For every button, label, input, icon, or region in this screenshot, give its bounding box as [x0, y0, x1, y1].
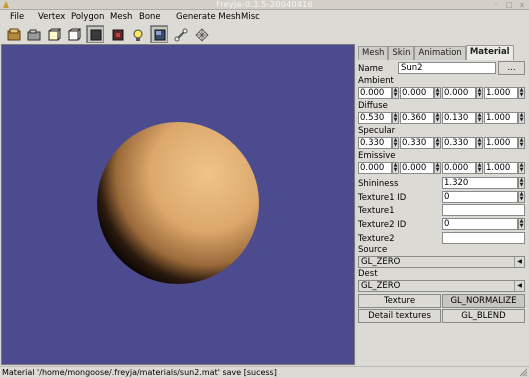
- texture2-field[interactable]: [442, 232, 525, 244]
- spin-arrows-icon[interactable]: ▲ ▼: [518, 218, 525, 230]
- grid-mesh-icon[interactable]: [192, 25, 210, 43]
- tab-animation[interactable]: Animation: [414, 46, 466, 60]
- menu-bar: File Vertex Polygon Mesh Bone Generate M…: [0, 10, 529, 24]
- texture-box-icon[interactable]: [108, 25, 126, 43]
- cube-outline-icon[interactable]: [44, 25, 62, 43]
- source-select[interactable]: GL_ZERO ◀: [358, 256, 525, 268]
- resize-grip-icon[interactable]: [519, 368, 528, 377]
- spin-arrows-icon[interactable]: ▲ ▼: [392, 87, 399, 99]
- tab-material[interactable]: Material: [465, 45, 514, 60]
- spin-arrows-icon[interactable]: ▲ ▼: [476, 87, 483, 99]
- texture1-field[interactable]: [442, 204, 525, 216]
- triangle-left-icon[interactable]: ◀: [514, 281, 524, 291]
- specular-label: Specular: [358, 126, 396, 136]
- ambient-g-spinner[interactable]: 0.000 ▲ ▼: [400, 87, 441, 99]
- triangle-left-icon[interactable]: ◀: [514, 257, 524, 267]
- texture1-id-label: Texture1 ID: [358, 193, 407, 203]
- texture1-id-spinner[interactable]: 0 ▲ ▼: [442, 191, 525, 203]
- menu-bone[interactable]: Bone: [139, 11, 161, 23]
- menu-file[interactable]: File: [10, 11, 24, 23]
- texture2-id-label: Texture2 ID: [358, 220, 407, 230]
- emissive-a-spinner[interactable]: 1.000 ▲ ▼: [484, 162, 525, 174]
- emissive-r-spinner[interactable]: 0.000 ▲ ▼: [358, 162, 399, 174]
- spin-arrows-icon[interactable]: ▲ ▼: [518, 112, 525, 124]
- source-label: Source: [358, 245, 388, 255]
- spin-arrows-icon[interactable]: ▲ ▼: [392, 162, 399, 174]
- emissive-g-spinner[interactable]: 0.000 ▲ ▼: [400, 162, 441, 174]
- spin-arrows-icon[interactable]: ▲ ▼: [518, 191, 525, 203]
- shininess-spinner[interactable]: 1.320 ▲ ▼: [442, 177, 525, 189]
- source-select-value: GL_ZERO: [361, 257, 401, 267]
- specular-a-spinner[interactable]: 1.000 ▲ ▼: [484, 137, 525, 149]
- dest-select[interactable]: GL_ZERO ◀: [358, 280, 525, 292]
- sphere-render: [97, 122, 259, 284]
- diffuse-g-spinner[interactable]: 0.360 ▲ ▼: [400, 112, 441, 124]
- ambient-b-spinner[interactable]: 0.000 ▲ ▼: [442, 87, 483, 99]
- specular-g-spinner[interactable]: 0.330 ▲ ▼: [400, 137, 441, 149]
- window-title: Freyja-0.3.5-20040416: [215, 0, 314, 9]
- material-view-icon[interactable]: [150, 25, 168, 43]
- ambient-r-spinner[interactable]: 0.000 ▲ ▼: [358, 87, 399, 99]
- spin-arrows-icon[interactable]: ▲ ▼: [518, 177, 525, 189]
- title-bar: Freyja-0.3.5-20040416 - □ x: [0, 0, 529, 10]
- menu-vertex[interactable]: Vertex: [38, 11, 65, 23]
- menu-polygon[interactable]: Polygon: [71, 11, 104, 23]
- dest-select-value: GL_ZERO: [361, 281, 401, 291]
- ambient-a-spinner[interactable]: 1.000 ▲ ▼: [484, 87, 525, 99]
- gl-normalize-toggle[interactable]: GL_NORMALIZE: [442, 294, 525, 308]
- spin-arrows-icon[interactable]: ▲ ▼: [434, 162, 441, 174]
- texture1-label: Texture1: [358, 206, 395, 216]
- ambient-label: Ambient: [358, 76, 394, 86]
- specular-r-spinner[interactable]: 0.330 ▲ ▼: [358, 137, 399, 149]
- spin-arrows-icon[interactable]: ▲ ▼: [392, 112, 399, 124]
- spin-arrows-icon[interactable]: ▲ ▼: [518, 162, 525, 174]
- diffuse-label: Diffuse: [358, 101, 388, 111]
- diffuse-b-spinner[interactable]: 0.130 ▲ ▼: [442, 112, 483, 124]
- close-button[interactable]: x: [517, 1, 527, 9]
- tab-skin[interactable]: Skin: [388, 46, 415, 60]
- spin-arrows-icon[interactable]: ▲ ▼: [434, 112, 441, 124]
- 3d-viewport[interactable]: [1, 44, 355, 365]
- emissive-b-spinner[interactable]: 0.000 ▲ ▼: [442, 162, 483, 174]
- status-message: Material '/home/mongoose/.freyja/materia…: [2, 368, 277, 377]
- tab-bar: Mesh Skin Animation Material: [358, 45, 514, 60]
- tab-mesh[interactable]: Mesh: [358, 46, 389, 60]
- menu-generate-mesh[interactable]: Generate Mesh: [176, 11, 241, 23]
- name-label: Name: [358, 64, 384, 74]
- open-folder-icon[interactable]: [24, 25, 42, 43]
- maximize-button[interactable]: □: [504, 1, 514, 9]
- spin-arrows-icon[interactable]: ▲ ▼: [392, 137, 399, 149]
- menu-mesh[interactable]: Mesh: [110, 11, 132, 23]
- texture2-id-spinner[interactable]: 0 ▲ ▼: [442, 218, 525, 230]
- diffuse-a-spinner[interactable]: 1.000 ▲ ▼: [484, 112, 525, 124]
- properties-panel: Mesh Skin Animation Material Name Sun2 .…: [357, 44, 529, 366]
- spin-arrows-icon[interactable]: ▲ ▼: [476, 162, 483, 174]
- emissive-label: Emissive: [358, 151, 396, 161]
- gl-blend-toggle[interactable]: GL_BLEND: [442, 309, 525, 323]
- browse-button[interactable]: ...: [498, 61, 525, 75]
- shininess-label: Shininess: [358, 179, 399, 189]
- menu-misc[interactable]: Misc: [241, 11, 260, 23]
- texture-button[interactable]: Texture: [358, 294, 441, 308]
- bone-icon[interactable]: [171, 25, 189, 43]
- solid-box-icon[interactable]: [86, 25, 104, 43]
- texture2-label: Texture2: [358, 234, 395, 244]
- dest-label: Dest: [358, 269, 378, 279]
- spin-arrows-icon[interactable]: ▲ ▼: [434, 137, 441, 149]
- spin-arrows-icon[interactable]: ▲ ▼: [518, 137, 525, 149]
- toolbar: [0, 24, 529, 44]
- name-field[interactable]: Sun2: [398, 62, 496, 74]
- spin-arrows-icon[interactable]: ▲ ▼: [476, 112, 483, 124]
- detail-textures-button[interactable]: Detail textures: [358, 309, 441, 323]
- diffuse-r-spinner[interactable]: 0.530 ▲ ▼: [358, 112, 399, 124]
- cube-select-icon[interactable]: [64, 25, 82, 43]
- spin-arrows-icon[interactable]: ▲ ▼: [434, 87, 441, 99]
- spin-arrows-icon[interactable]: ▲ ▼: [476, 137, 483, 149]
- specular-b-spinner[interactable]: 0.330 ▲ ▼: [442, 137, 483, 149]
- minimize-button[interactable]: -: [491, 1, 501, 9]
- light-bulb-icon[interactable]: [128, 25, 146, 43]
- new-file-icon[interactable]: [4, 25, 22, 43]
- spin-arrows-icon[interactable]: ▲ ▼: [518, 87, 525, 99]
- status-bar: Material '/home/mongoose/.freyja/materia…: [0, 366, 529, 378]
